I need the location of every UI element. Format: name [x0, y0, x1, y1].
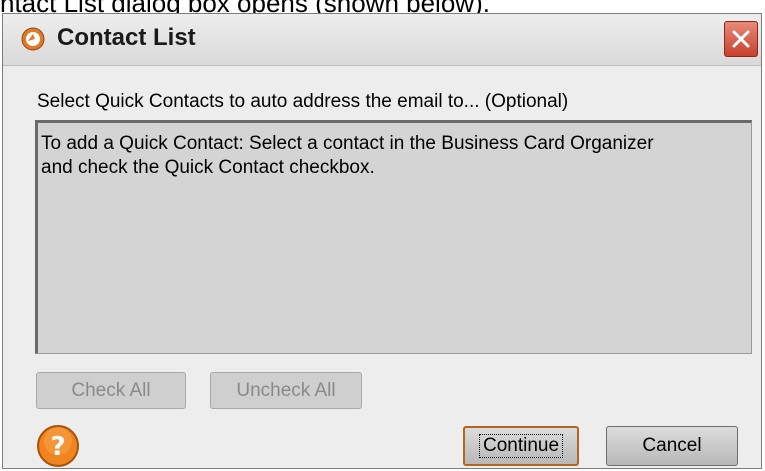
close-icon [732, 30, 750, 48]
continue-label: Continue [478, 434, 564, 458]
svg-text:?: ? [50, 432, 65, 462]
close-button[interactable] [724, 21, 758, 57]
app-logo-icon [21, 27, 45, 51]
title-bar[interactable]: Contact List [3, 14, 761, 66]
uncheck-all-button[interactable]: Uncheck All [210, 372, 362, 409]
quick-contacts-list[interactable]: To add a Quick Contact: Select a contact… [35, 120, 752, 354]
list-empty-message-line2: and check the Quick Contact checkbox. [41, 157, 375, 178]
continue-button[interactable]: Continue [463, 426, 579, 466]
dialog-title: Contact List [57, 24, 196, 51]
cancel-button[interactable]: Cancel [606, 426, 738, 466]
list-empty-message-line1: To add a Quick Contact: Select a contact… [41, 133, 654, 154]
instruction-text: Select Quick Contacts to auto address th… [37, 91, 569, 112]
help-icon: ? [37, 425, 79, 467]
check-all-button[interactable]: Check All [36, 372, 186, 409]
help-button[interactable]: ? [36, 424, 80, 468]
contact-list-dialog: Contact List Select Quick Contacts to au… [2, 13, 762, 469]
